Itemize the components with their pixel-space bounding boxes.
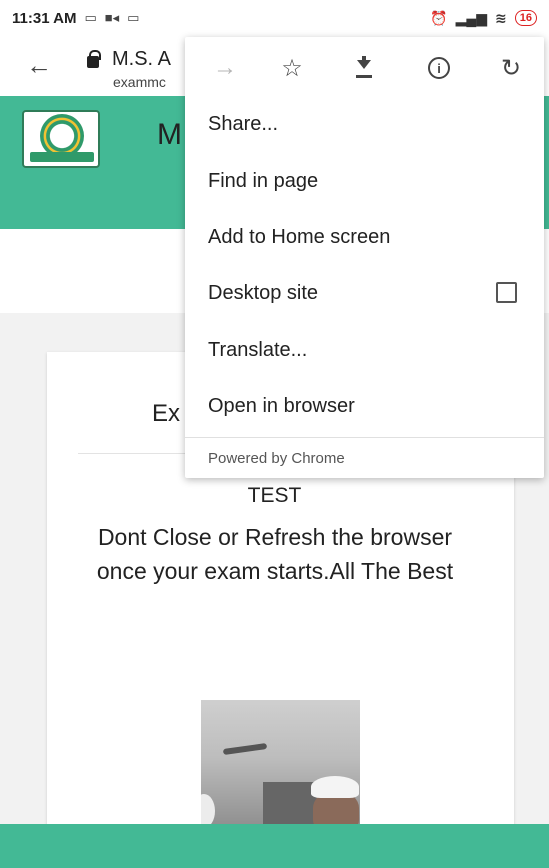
screen-icon: ▭ xyxy=(127,10,140,25)
webcam-preview xyxy=(201,700,360,828)
exam-instructions: Dont Close or Refresh the browser once y… xyxy=(96,524,454,584)
menu-icon-row: → ☆ i ↻ xyxy=(185,37,544,99)
test-label: TEST xyxy=(247,484,302,507)
signal-icon: ▂▄▆ xyxy=(455,9,488,26)
lock-icon[interactable] xyxy=(87,50,101,68)
alarm-icon: ⏰ xyxy=(430,9,448,26)
logo-ribbon xyxy=(30,152,94,162)
info-icon[interactable]: i xyxy=(422,51,456,85)
battery-icon: 16 xyxy=(514,10,537,26)
site-url[interactable]: exammc xyxy=(113,74,166,90)
powered-by-chrome: Powered by Chrome xyxy=(208,450,345,467)
menu-item-find-in-page[interactable]: Find in page xyxy=(208,170,318,193)
menu-item-add-to-home-screen[interactable]: Add to Home screen xyxy=(208,226,390,249)
menu-item-translate[interactable]: Translate... xyxy=(208,339,307,362)
bookmark-star-icon[interactable]: ☆ xyxy=(275,51,309,85)
menu-item-open-in-browser[interactable]: Open in browser xyxy=(208,395,355,418)
camera-person-cap xyxy=(311,776,359,798)
status-bar: 11:31 AM ▭ ■◂ ▭ ⏰ ▂▄▆ ≋ 16 xyxy=(0,0,549,36)
menu-item-desktop-site[interactable]: Desktop site xyxy=(208,282,318,305)
download-icon[interactable] xyxy=(347,51,381,85)
card-heading: Ex xyxy=(152,400,181,427)
menu-item-share[interactable]: Share... xyxy=(208,113,278,136)
desktop-site-checkbox[interactable] xyxy=(496,282,517,303)
media-icon: ■◂ xyxy=(104,10,120,25)
refresh-icon[interactable]: ↻ xyxy=(494,51,528,85)
camera-person-left xyxy=(201,794,215,828)
menu-divider xyxy=(185,437,544,438)
wifi-icon: ≋ xyxy=(495,9,507,26)
back-arrow-icon[interactable]: ← xyxy=(26,50,52,81)
college-logo xyxy=(22,110,100,168)
sim-icon: ▭ xyxy=(84,10,97,25)
status-time: 11:31 AM xyxy=(12,9,77,27)
site-title[interactable]: M.S. A xyxy=(112,48,171,71)
camera-ceiling-fan xyxy=(222,742,268,756)
page-footer xyxy=(0,824,549,868)
forward-icon[interactable]: → xyxy=(208,51,242,85)
header-title: M xyxy=(157,118,182,151)
chrome-overflow-menu: → ☆ i ↻ Share... Find in page Add to Hom… xyxy=(185,37,544,478)
